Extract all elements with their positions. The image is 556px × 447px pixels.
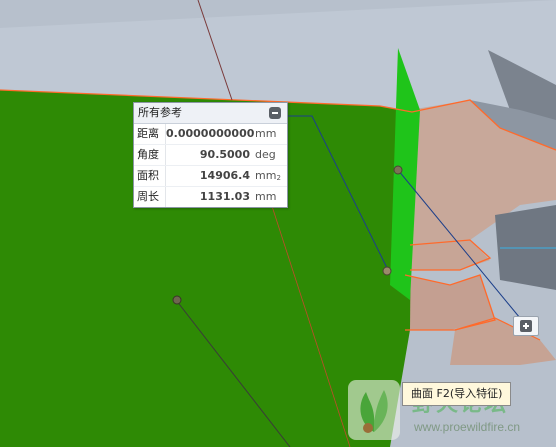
measure-row-area: 面积 14906.4 mm 2 — [134, 166, 287, 187]
reference-point[interactable] — [382, 266, 392, 276]
measure-results-panel: 所有参考 距离 0.0000000000 mm 角度 90.5000 deg 面… — [133, 102, 288, 208]
measure-label: 周长 — [134, 187, 166, 207]
feature-tooltip: 曲面 F2(导入特征) — [402, 382, 512, 406]
measure-unit-sup: 2 — [276, 174, 281, 182]
measure-label: 面积 — [134, 166, 166, 186]
measure-label: 角度 — [134, 145, 166, 165]
measure-unit: deg — [255, 148, 276, 161]
measure-row-distance: 距离 0.0000000000 mm — [134, 124, 287, 145]
measure-panel-header: 所有参考 — [134, 103, 287, 124]
measure-value: 14906.4 — [199, 169, 250, 182]
measure-unit-base: mm — [255, 169, 277, 182]
measure-value: 90.5000 — [199, 148, 250, 161]
watermark-logo — [348, 380, 400, 440]
measure-panel-title: 所有参考 — [138, 106, 182, 119]
measure-value: 1131.03 — [199, 190, 250, 203]
reference-point[interactable] — [393, 165, 403, 175]
measure-unit: mm — [255, 127, 277, 140]
measure-row-perimeter: 周长 1131.03 mm — [134, 187, 287, 207]
collapse-icon[interactable] — [269, 107, 281, 119]
measure-label: 距离 — [134, 124, 166, 144]
watermark-url: www.proewildfire.cn — [414, 420, 521, 434]
measure-unit: mm 2 — [250, 166, 281, 186]
expand-panel-button[interactable] — [513, 316, 539, 336]
reference-point[interactable] — [172, 295, 182, 305]
measure-unit: mm — [255, 190, 277, 203]
expand-plus-icon — [520, 320, 532, 332]
measure-value: 0.0000000000 — [166, 127, 255, 140]
measure-row-angle: 角度 90.5000 deg — [134, 145, 287, 166]
